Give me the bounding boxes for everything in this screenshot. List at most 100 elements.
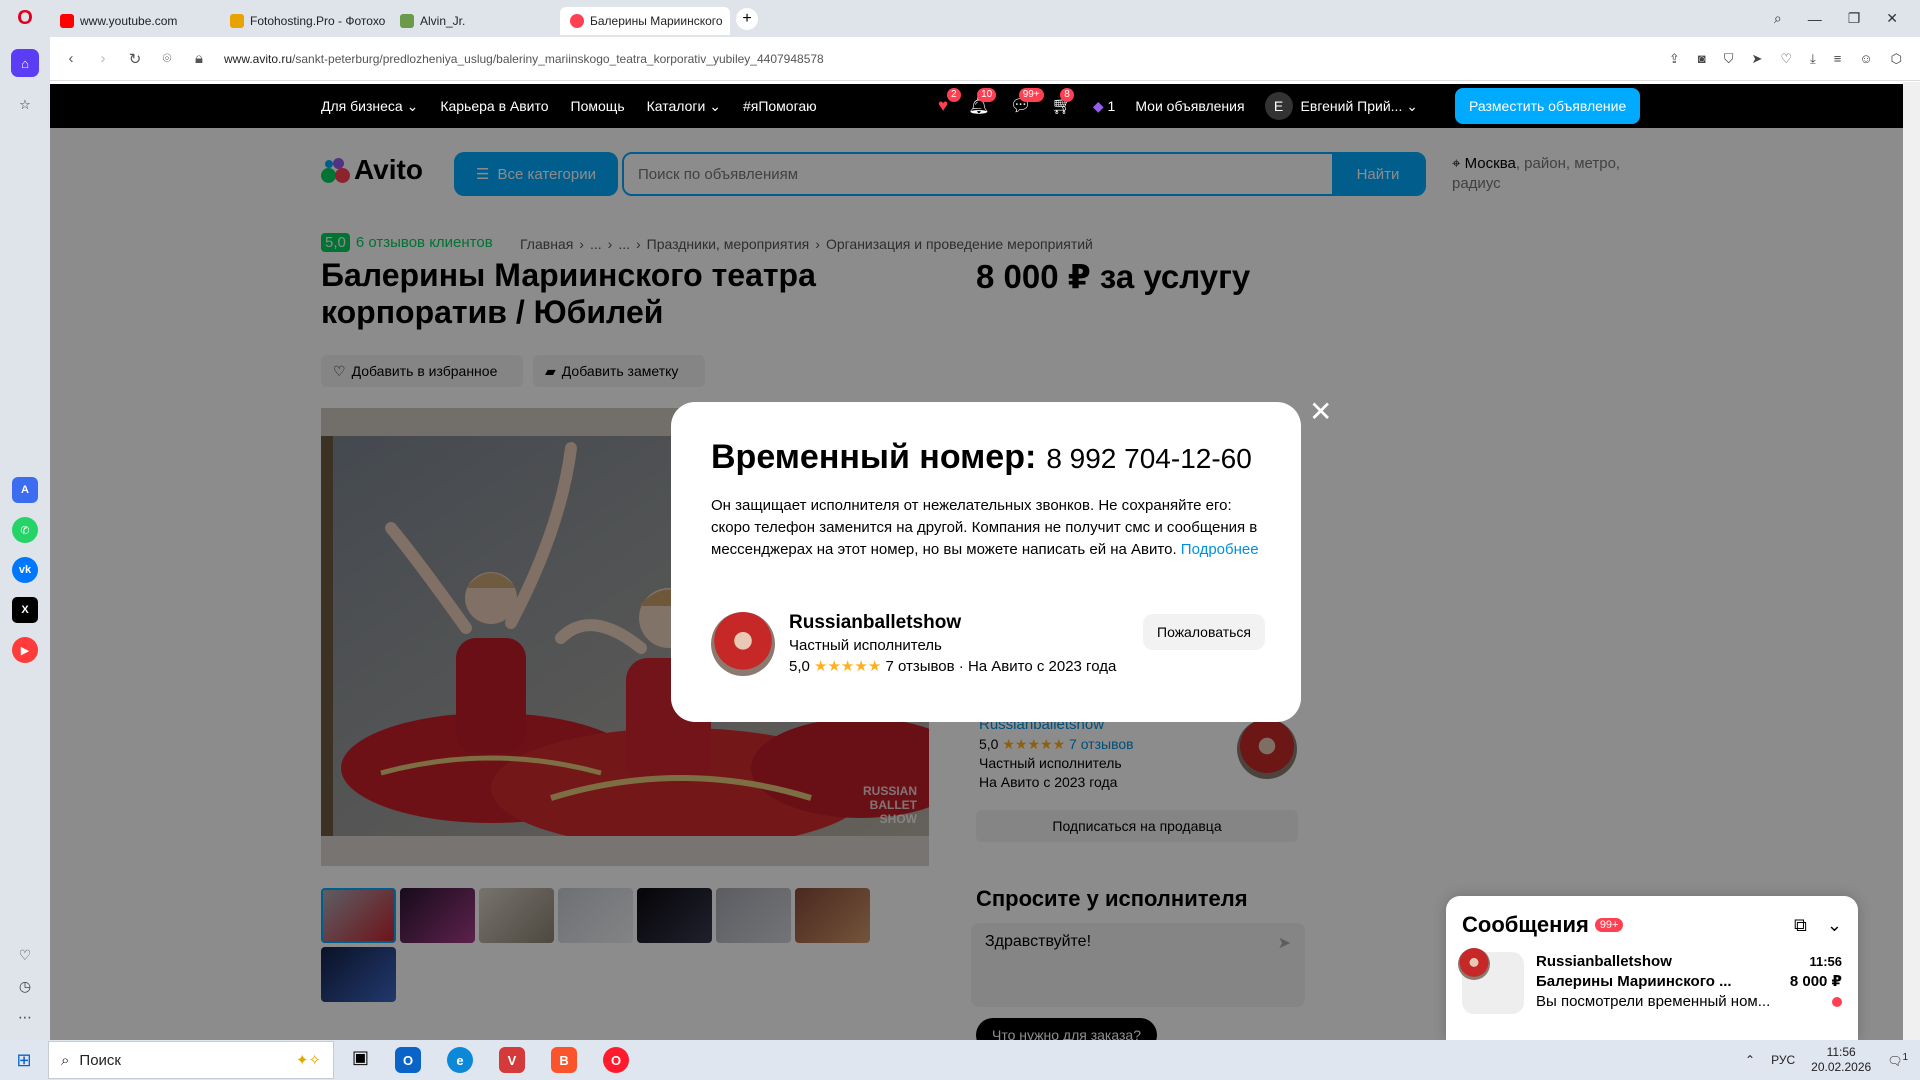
reload-icon[interactable]: ↻ <box>128 50 142 68</box>
profile-icon[interactable]: ☺ <box>1859 51 1872 67</box>
page-scrollbar[interactable] <box>1903 82 1920 1040</box>
chat-list-item[interactable]: Russianballetshow 11:56 Балерины Мариинс… <box>1458 948 1842 1014</box>
copilot-sparkle-icon: ✦✧ <box>295 1052 321 1069</box>
forward-icon[interactable]: › <box>96 50 110 67</box>
youtube-favicon-icon <box>60 13 74 28</box>
messages-widget: Сообщения 99+ ⧉ ⌄ Russianballetshow 11:5… <box>1446 896 1858 1040</box>
url-host: www.avito.ru <box>224 51 293 66</box>
open-external-icon[interactable]: ⧉ <box>1794 915 1807 936</box>
home-icon[interactable]: ⌂ <box>11 49 39 77</box>
top-nav-links: Для бизнеса ⌄ Карьера в Авито Помощь Кат… <box>321 98 817 115</box>
whatsapp-icon[interactable]: ✆ <box>12 517 38 543</box>
taskbar-apps: ▣ O e V B O <box>352 1047 630 1073</box>
url-path: /sankt-peterburg/predlozheniya_uslug/bal… <box>292 51 824 66</box>
messages-badge: 99+ <box>1594 918 1624 932</box>
taskbar-clock[interactable]: 11:56 20.02.2026 <box>1811 1045 1871 1075</box>
brave-icon[interactable]: B <box>551 1047 578 1073</box>
avatar: Е <box>1264 92 1293 120</box>
download-icon[interactable]: ⤓ <box>1810 51 1816 67</box>
chat-sender: Russianballetshow <box>1536 953 1672 970</box>
tab-alvin[interactable]: Alvin_Jr. <box>390 7 560 35</box>
flow-icon[interactable]: ➤ <box>1751 51 1762 67</box>
shield-icon[interactable]: ⛉ <box>1724 51 1734 67</box>
messages-title: Сообщения <box>1462 912 1589 937</box>
aria-icon[interactable]: A <box>12 477 38 503</box>
page-viewport: Для бизнеса ⌄ Карьера в Авито Помощь Кат… <box>50 82 1903 1040</box>
tab-avito[interactable]: Балерины Мариинского <box>560 6 730 35</box>
nav-for-business[interactable]: Для бизнеса ⌄ <box>321 98 418 115</box>
my-ads-link[interactable]: Мои объявления <box>1135 98 1244 114</box>
restore-button[interactable]: ❐ <box>1848 10 1861 27</box>
tray-chevron-icon[interactable]: ⌃ <box>1745 1053 1755 1067</box>
nav-ya-pomogayu[interactable]: #яПомогаю <box>743 98 817 115</box>
bonus-button[interactable]: ◆ 1 <box>1093 98 1115 115</box>
history-clock-icon[interactable]: ◷ <box>19 978 31 995</box>
menu-icon[interactable]: ≡ <box>1834 51 1842 67</box>
post-ad-button[interactable]: Разместить объявление <box>1455 88 1641 124</box>
windows-start-icon[interactable]: ⊞ <box>0 1050 48 1071</box>
search-icon: ⌕ <box>61 1051 70 1069</box>
edge-icon[interactable]: e <box>447 1047 474 1073</box>
modal-seller-name[interactable]: Russianballetshow <box>789 612 1116 634</box>
nav-career[interactable]: Карьера в Авито <box>440 98 548 115</box>
new-tab-button[interactable]: + <box>736 7 758 30</box>
more-info-link[interactable]: Подробнее <box>1181 541 1259 558</box>
back-icon[interactable]: ‹ <box>64 50 78 67</box>
system-tray: ⌃ РУС 11:56 20.02.2026 🗨︎1 <box>1745 1045 1920 1075</box>
chat-time: 11:56 <box>1809 954 1842 969</box>
tab-youtube[interactable]: www.youtube.com <box>50 7 220 35</box>
cart-icon[interactable]: 🛒︎ 8 <box>1051 88 1074 116</box>
windows-taskbar: ⊞ ⌕ Поиск ✦✧ ▣ O e V B O ⌃ РУС 11:56 20.… <box>0 1040 1920 1080</box>
favorites-heart-icon[interactable]: ♡ <box>19 947 32 964</box>
language-indicator[interactable]: РУС <box>1771 1053 1795 1067</box>
address-bar: ‹ › ↻ ⌾ 🔒︎ www.avito.ru/sankt-peterburg/… <box>50 37 1920 81</box>
camera-icon[interactable]: ◙ <box>1698 51 1706 67</box>
modal-seller-info: Russianballetshow Частный исполнитель 5,… <box>711 612 1116 676</box>
chat-icon[interactable]: 💬︎ 99+ <box>1010 88 1044 116</box>
x-twitter-icon[interactable]: X <box>12 597 38 623</box>
location-pin-icon[interactable]: ⌾ <box>160 50 174 67</box>
nav-catalogs[interactable]: Каталоги ⌄ <box>647 98 721 115</box>
favorites-count: 2 <box>947 88 961 102</box>
unread-dot-icon <box>1832 997 1842 1007</box>
nav-help[interactable]: Помощь <box>571 98 625 115</box>
user-menu[interactable]: Е Евгений Прий... ⌄ <box>1264 92 1418 120</box>
vk-icon[interactable]: vk <box>12 557 38 583</box>
close-icon[interactable]: ✕ <box>1309 398 1332 426</box>
minimize-button[interactable]: — <box>1808 11 1822 27</box>
task-view-icon[interactable]: ▣ <box>352 1047 369 1073</box>
opera-taskbar-icon[interactable]: O <box>603 1047 630 1073</box>
modal-description: Он защищает исполнителя от нежелательных… <box>711 495 1271 561</box>
opera-logo-icon[interactable]: O <box>0 0 50 37</box>
tab-title: Балерины Мариинского <box>590 13 723 28</box>
bonus-count: 1 <box>1107 97 1116 114</box>
opera-sidebar: ⌂ ☆ A ✆ vk X ▶ ♡ ◷ ⋯ <box>0 37 50 1040</box>
music-player-icon[interactable]: ▶ <box>12 637 38 663</box>
bell-icon[interactable]: 🔔︎ 10 <box>968 88 997 116</box>
heart-icon[interactable]: ♡ <box>1780 51 1792 67</box>
star-rating-icon: ★★★★★ <box>814 658 882 675</box>
report-button[interactable]: Пожаловаться <box>1143 614 1266 650</box>
close-window-button[interactable]: ✕ <box>1886 10 1898 27</box>
notifications-icon[interactable]: 🗨︎1 <box>1887 1052 1908 1068</box>
star-icon[interactable]: ☆ <box>11 91 39 119</box>
temp-phone-number[interactable]: 8 992 704-12-60 <box>1046 443 1252 475</box>
more-icon[interactable]: ⋯ <box>18 1009 32 1026</box>
url-field[interactable]: www.avito.ru/sankt-peterburg/predlozheni… <box>224 52 1651 66</box>
search-tabs-icon[interactable]: ⌕ <box>1774 10 1782 27</box>
outlook-icon[interactable]: O <box>395 1047 422 1073</box>
share-icon[interactable]: ⇪ <box>1669 51 1680 67</box>
chat-item-subject: Балерины Мариинского ... 8 000 ₽ <box>1536 972 1842 992</box>
chat-item-thumbnail <box>1458 948 1524 1014</box>
lock-icon[interactable]: 🔒︎ <box>192 50 206 67</box>
user-name: Евгений Прий... ⌄ <box>1300 97 1418 114</box>
favorites-nav-icon[interactable]: ♥ 2 <box>938 88 961 116</box>
modal-seller-avatar[interactable] <box>711 612 775 676</box>
taskbar-search[interactable]: ⌕ Поиск ✦✧ <box>48 1041 334 1079</box>
tab-fotohosting[interactable]: Fotohosting.Pro - Фотохо <box>220 7 390 35</box>
chevron-down-icon[interactable]: ⌄ <box>1827 915 1842 936</box>
modal-seller-rating: 5,0 ★★★★★ 7 отзывов · На Авито с 2023 го… <box>789 657 1116 675</box>
vivaldi-icon[interactable]: V <box>499 1047 526 1073</box>
messages-controls: ⧉ ⌄ <box>1794 915 1842 936</box>
extensions-icon[interactable]: ⬡ <box>1891 51 1902 67</box>
